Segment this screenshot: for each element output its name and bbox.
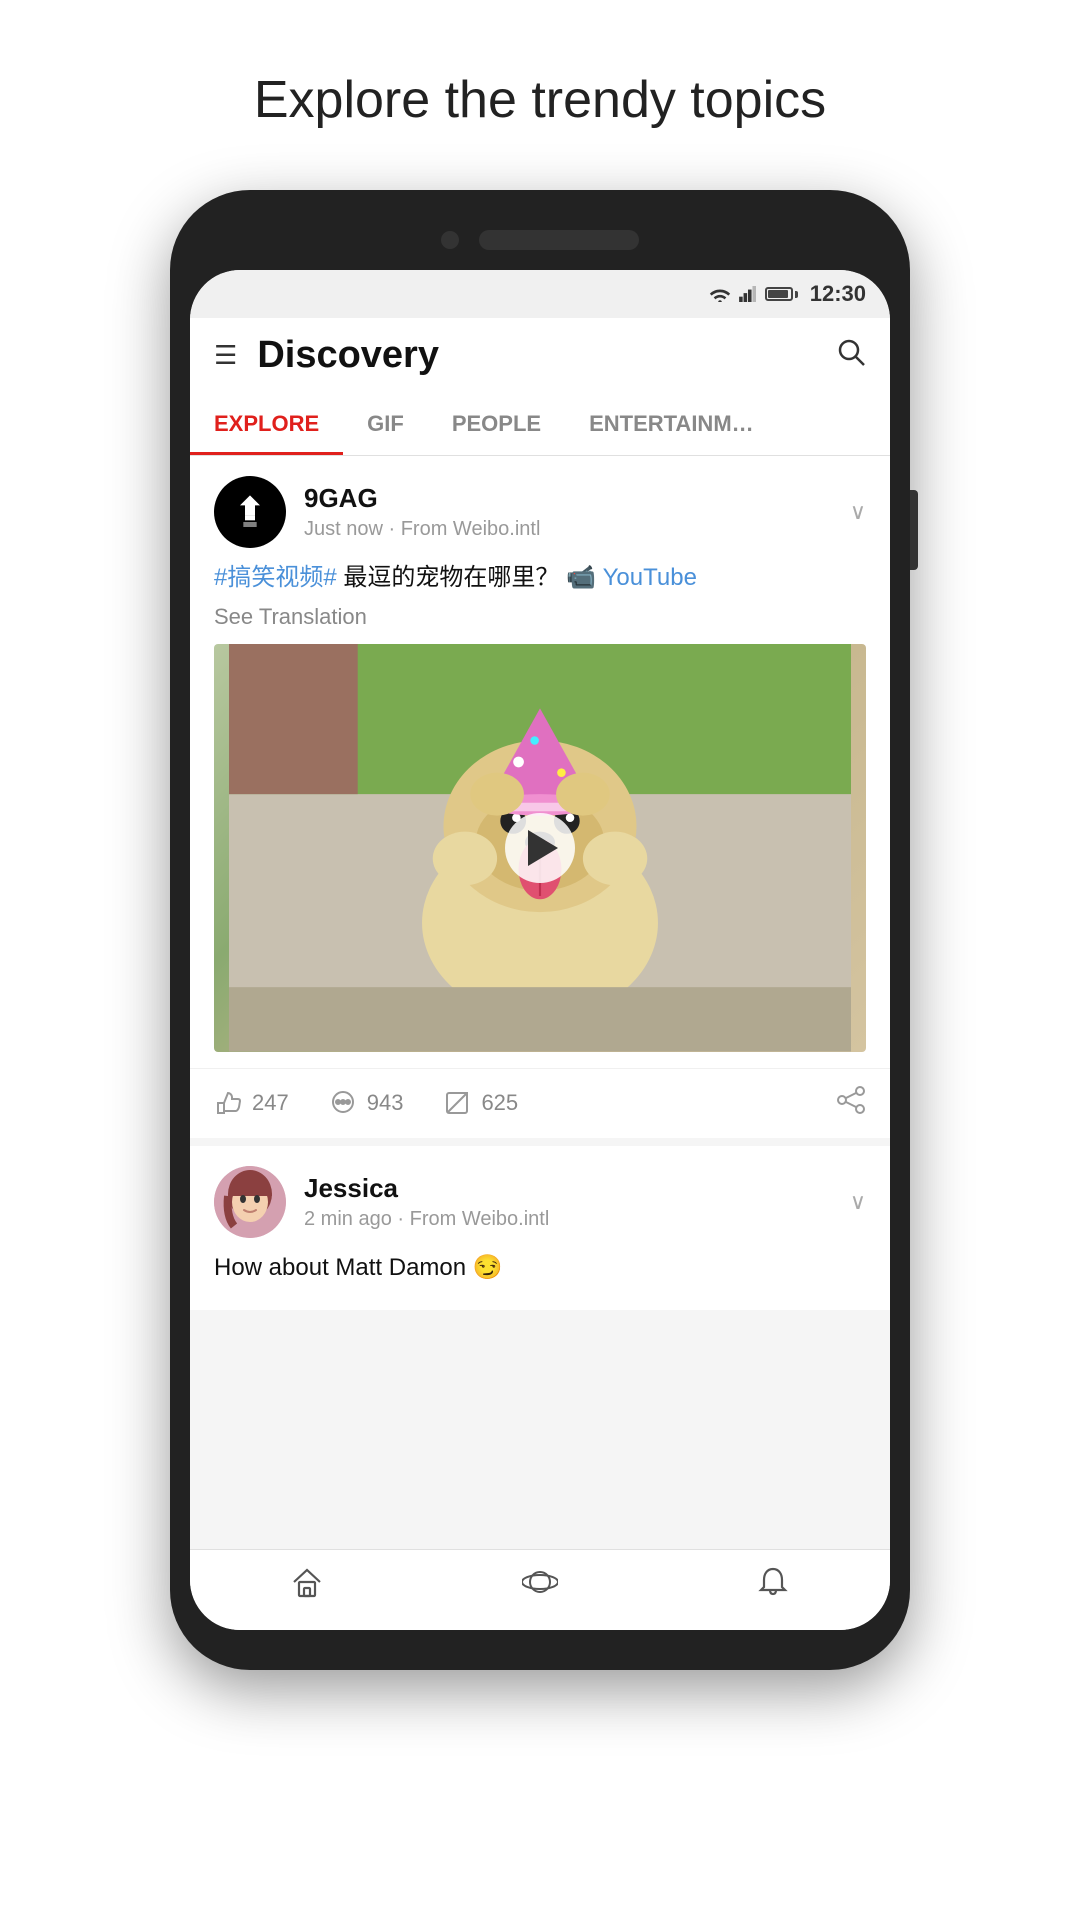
avatar bbox=[214, 476, 286, 548]
nav-discover[interactable] bbox=[423, 1564, 656, 1610]
phone-top bbox=[190, 210, 890, 270]
post-source: Just now · From Weibo.intl bbox=[304, 518, 850, 541]
avatar bbox=[214, 1166, 286, 1238]
phone-speaker bbox=[479, 230, 639, 250]
post-content: How about Matt Damon 😏 bbox=[190, 1250, 890, 1310]
expand-button[interactable]: ∨ bbox=[850, 499, 866, 525]
post-header: 9GAG Just now · From Weibo.intl ∨ bbox=[190, 456, 890, 560]
phone-screen: 12:30 ☰ Discovery EXPLORE GIF PEOPLE ENT… bbox=[190, 270, 890, 1630]
hashtag[interactable]: #搞笑视频# bbox=[214, 564, 337, 591]
status-bar: 12:30 bbox=[190, 270, 890, 318]
post-username: 9GAG bbox=[304, 483, 850, 514]
phone-side-button bbox=[910, 490, 918, 570]
status-icons bbox=[709, 286, 798, 302]
post-source: 2 min ago · From Weibo.intl bbox=[304, 1208, 850, 1231]
tabs-bar: EXPLORE GIF PEOPLE ENTERTAINM… bbox=[190, 393, 890, 456]
planet-icon bbox=[522, 1564, 558, 1608]
repost-icon bbox=[443, 1089, 471, 1117]
search-button[interactable] bbox=[836, 337, 866, 375]
battery-icon bbox=[765, 287, 798, 301]
wifi-icon bbox=[709, 286, 731, 302]
video-link-icon: 📹 bbox=[566, 564, 596, 591]
tab-people[interactable]: PEOPLE bbox=[428, 393, 565, 455]
9gag-logo bbox=[225, 487, 275, 537]
video-thumbnail[interactable] bbox=[214, 644, 866, 1052]
comment-button[interactable]: 943 bbox=[329, 1089, 404, 1117]
jessica-avatar-svg bbox=[214, 1166, 286, 1238]
bell-icon bbox=[756, 1565, 790, 1607]
status-time: 12:30 bbox=[810, 281, 866, 307]
tab-explore[interactable]: EXPLORE bbox=[190, 393, 343, 455]
post-text: #搞笑视频# 最逗的宠物在哪里？ 📹 YouTube bbox=[214, 560, 866, 596]
tab-entertainment[interactable]: ENTERTAINM… bbox=[565, 393, 778, 455]
repost-button[interactable]: 625 bbox=[443, 1089, 518, 1117]
phone-camera bbox=[441, 231, 459, 249]
post-username: Jessica bbox=[304, 1173, 850, 1204]
page-heading: Explore the trendy topics bbox=[254, 70, 826, 130]
post-content: #搞笑视频# 最逗的宠物在哪里？ 📹 YouTube See Translati… bbox=[190, 560, 890, 1068]
tab-gif[interactable]: GIF bbox=[343, 393, 428, 455]
signal-icon bbox=[739, 286, 757, 302]
app-header: ☰ Discovery bbox=[190, 318, 890, 393]
feed: 9GAG Just now · From Weibo.intl ∨ #搞笑视频#… bbox=[190, 456, 890, 1549]
post-text-body: 最逗的宠物在哪里？ bbox=[343, 564, 566, 591]
post-card: Jessica 2 min ago · From Weibo.intl ∨ Ho… bbox=[190, 1146, 890, 1310]
app-title: Discovery bbox=[257, 334, 836, 377]
share-icon bbox=[836, 1085, 866, 1115]
post-header: Jessica 2 min ago · From Weibo.intl ∨ bbox=[190, 1146, 890, 1250]
post-text: How about Matt Damon 😏 bbox=[214, 1250, 866, 1286]
see-translation[interactable]: See Translation bbox=[214, 604, 866, 630]
menu-icon[interactable]: ☰ bbox=[214, 340, 237, 371]
nav-notifications[interactable] bbox=[657, 1564, 890, 1610]
play-triangle-icon bbox=[528, 830, 558, 866]
like-count: 247 bbox=[252, 1090, 289, 1116]
post-meta: Jessica 2 min ago · From Weibo.intl bbox=[304, 1173, 850, 1231]
home-icon bbox=[290, 1565, 324, 1607]
phone-shell: 12:30 ☰ Discovery EXPLORE GIF PEOPLE ENT… bbox=[170, 190, 910, 1670]
post-meta: 9GAG Just now · From Weibo.intl bbox=[304, 483, 850, 541]
expand-button[interactable]: ∨ bbox=[850, 1189, 866, 1215]
share-button[interactable] bbox=[836, 1085, 866, 1122]
comment-count: 943 bbox=[367, 1090, 404, 1116]
repost-count: 625 bbox=[481, 1090, 518, 1116]
like-icon bbox=[214, 1089, 242, 1117]
bottom-nav bbox=[190, 1549, 890, 1630]
play-button[interactable] bbox=[505, 813, 575, 883]
like-button[interactable]: 247 bbox=[214, 1089, 289, 1117]
nav-home[interactable] bbox=[190, 1564, 423, 1610]
comment-icon bbox=[329, 1089, 357, 1117]
post-card: 9GAG Just now · From Weibo.intl ∨ #搞笑视频#… bbox=[190, 456, 890, 1138]
post-actions: 247 943 bbox=[190, 1068, 890, 1138]
youtube-link[interactable]: YouTube bbox=[603, 564, 697, 591]
